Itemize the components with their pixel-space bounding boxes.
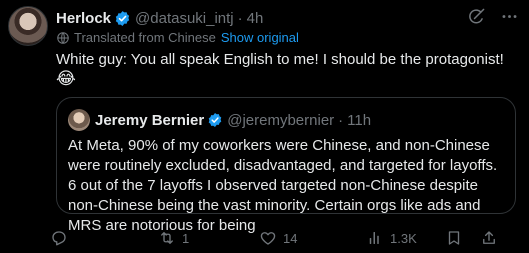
quoted-avatar[interactable] [68, 109, 90, 131]
repost-icon [161, 232, 173, 244]
views-icon [369, 232, 379, 244]
quoted-display-name[interactable]: Jeremy Bernier [95, 112, 204, 129]
quoted-timestamp[interactable]: 11h [347, 112, 371, 129]
verified-badge-icon [115, 10, 130, 26]
tweet-top-actions [467, 7, 519, 26]
more-icon[interactable] [500, 7, 519, 26]
repost-count: 1 [182, 230, 190, 246]
share-icon [483, 231, 495, 244]
verified-badge-icon [208, 113, 222, 127]
views-button[interactable]: 1.3K [366, 226, 417, 250]
reply-icon [52, 231, 66, 246]
grok-icon[interactable] [467, 7, 486, 26]
tweet[interactable]: Herlock @datasuki_intj · 4h Translated f… [0, 0, 529, 253]
laughing-emoji-icon: 😂 [56, 69, 76, 88]
like-button[interactable]: 14 [259, 226, 297, 250]
bookmark-icon [448, 231, 460, 245]
display-name[interactable]: Herlock [56, 10, 111, 27]
repost-button[interactable]: 1 [158, 226, 189, 250]
timestamp[interactable]: 4h [247, 10, 264, 27]
separator-dot: · [237, 9, 243, 27]
handle[interactable]: @datasuki_intj [135, 10, 234, 27]
quoted-handle[interactable]: @jeremybernier [227, 112, 334, 129]
tweet-header: Herlock @datasuki_intj · 4h [56, 8, 263, 28]
share-button[interactable] [480, 226, 498, 250]
quoted-header: Jeremy Bernier @jeremybernier · 11h [95, 110, 371, 130]
heart-icon [260, 232, 276, 245]
translated-label: Translated from Chinese [74, 30, 216, 45]
like-count: 14 [283, 230, 298, 246]
quoted-tweet[interactable]: Jeremy Bernier @jeremybernier · 11h At M… [56, 97, 516, 234]
separator-dot: · [338, 111, 344, 129]
views-count: 1.3K [390, 230, 417, 246]
reply-button[interactable] [50, 226, 74, 250]
action-bar: 1 14 1.3K [50, 226, 520, 250]
avatar[interactable] [8, 6, 48, 46]
bookmark-button[interactable] [445, 226, 463, 250]
tweet-text: White guy: You all speak English to me! … [56, 51, 504, 68]
show-original-link[interactable]: Show original [221, 30, 299, 45]
globe-icon [57, 31, 69, 44]
quoted-text: At Meta, 90% of my coworkers were Chines… [68, 137, 498, 234]
translation-note: Translated from Chinese Show original [56, 30, 299, 45]
